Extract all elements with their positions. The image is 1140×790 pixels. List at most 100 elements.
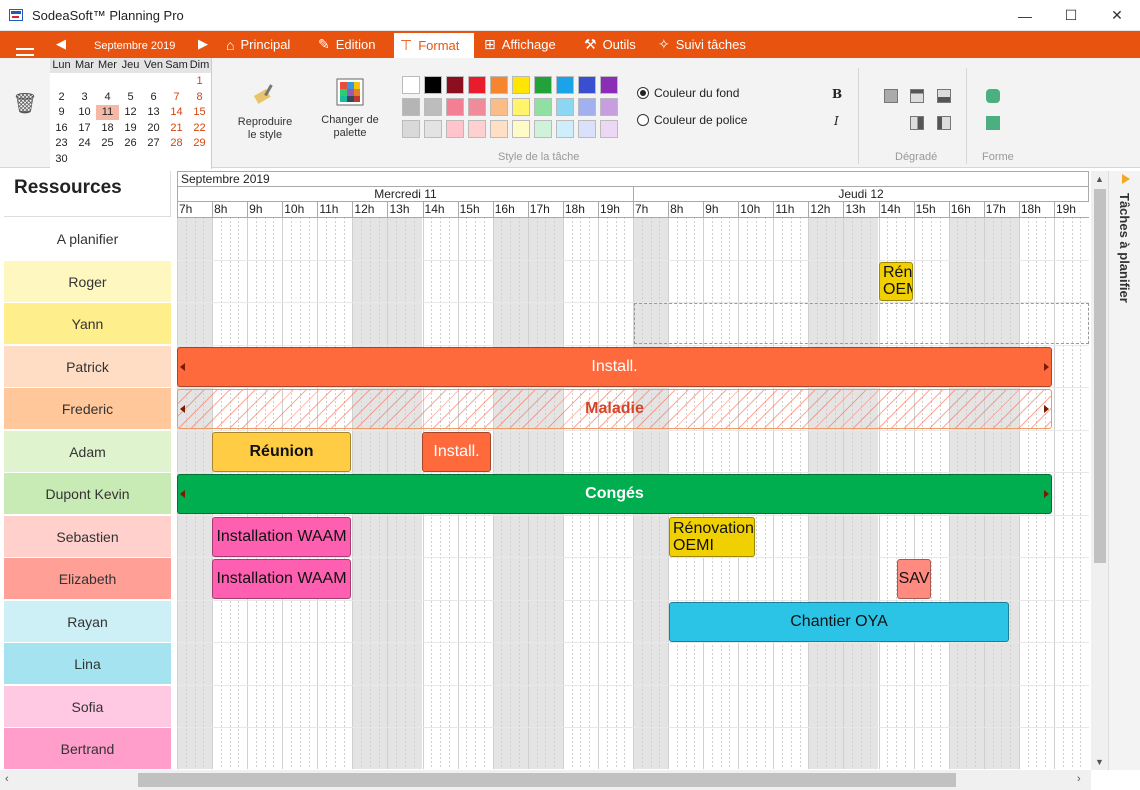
calendar-day[interactable]: 11 [96, 105, 119, 120]
calendar-day[interactable]: 30 [50, 152, 73, 167]
calendar-day[interactable]: 19 [119, 121, 142, 136]
change-palette-button[interactable]: Changer de palette [318, 78, 382, 140]
color-swatch[interactable] [512, 98, 530, 116]
calendar-day[interactable]: 27 [142, 136, 165, 151]
bold-button[interactable]: B [832, 87, 842, 101]
color-swatch[interactable] [446, 76, 464, 94]
color-swatch[interactable] [534, 76, 552, 94]
task-bar[interactable]: Chantier OYA [669, 601, 1009, 642]
calendar-day[interactable]: 22 [188, 121, 211, 136]
calendar-day[interactable]: 24 [73, 136, 96, 151]
color-swatch[interactable] [534, 98, 552, 116]
font-color-radio[interactable]: Couleur de police [637, 113, 747, 127]
resize-right-handle[interactable] [1044, 490, 1049, 498]
task-bar[interactable]: Installation WAAM [212, 516, 351, 557]
calendar-day[interactable]: 13 [142, 105, 165, 120]
color-swatch[interactable] [402, 98, 420, 116]
color-swatch[interactable] [512, 76, 530, 94]
task-bar[interactable]: SAV [897, 559, 931, 599]
tab-affichage[interactable]: ⊞ Affichage [480, 31, 560, 58]
task-bar[interactable]: Install. [177, 346, 1052, 387]
color-swatch[interactable] [600, 120, 618, 138]
task-bar[interactable]: Congés [177, 474, 1052, 514]
task-bar[interactable]: Rénovation OEMI [669, 516, 755, 557]
calendar-day[interactable]: 4 [96, 90, 119, 105]
tab-outils[interactable]: ⚒ Outils [580, 31, 640, 58]
shape-rounded-button[interactable] [986, 89, 1000, 103]
color-swatch[interactable] [402, 76, 420, 94]
calendar-day[interactable]: 20 [142, 121, 165, 136]
bg-color-radio[interactable]: Couleur du fond [637, 86, 739, 100]
calendar-day[interactable]: 1 [188, 74, 211, 89]
italic-button[interactable]: I [834, 114, 839, 128]
calendar-day[interactable]: 9 [50, 105, 73, 120]
color-swatch[interactable] [424, 76, 442, 94]
tab-format[interactable]: ⊤ Format [394, 31, 474, 58]
minimize-button[interactable]: — [1002, 0, 1048, 31]
resource-row[interactable]: Patrick [4, 345, 171, 388]
resource-row[interactable]: Frederic [4, 388, 171, 430]
calendar-day[interactable]: 29 [188, 136, 211, 151]
shape-square-button[interactable] [986, 116, 1000, 130]
color-swatch[interactable] [490, 76, 508, 94]
tab-principal[interactable]: ⌂ Principal [222, 31, 294, 58]
close-button[interactable]: ✕ [1094, 0, 1140, 31]
calendar-day[interactable]: 3 [73, 90, 96, 105]
scroll-left-icon[interactable]: ‹ [5, 773, 9, 785]
resource-row[interactable]: Rayan [4, 600, 171, 643]
color-swatch[interactable] [402, 120, 420, 138]
tab-edition[interactable]: ✎ Edition [314, 31, 379, 58]
calendar-day[interactable]: 7 [165, 90, 188, 105]
gradient-top-button[interactable] [910, 89, 924, 103]
calendar-day[interactable]: 21 [165, 121, 188, 136]
calendar-day[interactable]: 10 [73, 105, 96, 120]
calendar-day[interactable]: 2 [50, 90, 73, 105]
color-swatch[interactable] [490, 98, 508, 116]
trash-icon[interactable]: 🗑 [0, 78, 50, 128]
calendar-day[interactable]: 12 [119, 105, 142, 120]
next-month-button[interactable]: ▶ [198, 36, 208, 52]
prev-month-button[interactable]: ◀ [56, 36, 66, 52]
color-swatch[interactable] [534, 120, 552, 138]
calendar-day[interactable]: 23 [50, 136, 73, 151]
color-swatch[interactable] [556, 98, 574, 116]
resize-right-handle[interactable] [1044, 405, 1049, 413]
planning-grid[interactable]: Septembre 2019 Mercredi 11 Jeudi 12 7h 8h… [177, 171, 1089, 769]
calendar-day[interactable]: 5 [119, 90, 142, 105]
resource-row[interactable]: Elizabeth [4, 558, 171, 600]
color-swatch[interactable] [556, 120, 574, 138]
color-swatch[interactable] [600, 98, 618, 116]
resource-row[interactable]: Lina [4, 643, 171, 685]
calendar-day[interactable]: 16 [50, 121, 73, 136]
vertical-scroll-thumb[interactable] [1094, 189, 1106, 563]
gradient-none-button[interactable] [884, 89, 898, 103]
resource-row[interactable]: Yann [4, 303, 171, 345]
selection-box[interactable] [634, 303, 1089, 344]
calendar-day[interactable]: 28 [165, 136, 188, 151]
color-swatch[interactable] [600, 76, 618, 94]
color-swatch[interactable] [490, 120, 508, 138]
task-bar[interactable]: Rénovation OEMI [879, 261, 913, 301]
scroll-right-icon[interactable]: › [1077, 773, 1081, 785]
calendar-day[interactable]: 15 [188, 105, 211, 120]
color-swatch[interactable] [578, 120, 596, 138]
color-swatch[interactable] [468, 76, 486, 94]
gradient-bottom-button[interactable] [937, 89, 951, 103]
resource-row[interactable]: Dupont Kevin [4, 473, 171, 515]
task-bar[interactable]: Install. [422, 431, 491, 472]
color-swatch[interactable] [512, 120, 530, 138]
calendar-day[interactable]: 26 [119, 136, 142, 151]
calendar-day[interactable]: 25 [96, 136, 119, 151]
resource-row[interactable]: A planifier [4, 218, 171, 260]
gradient-left-button[interactable] [937, 116, 951, 130]
reproduce-style-button[interactable]: Reproduire le style [232, 80, 298, 142]
resize-right-handle[interactable] [1044, 362, 1049, 371]
color-swatch[interactable] [446, 98, 464, 116]
color-swatch[interactable] [556, 76, 574, 94]
resize-left-handle[interactable] [180, 405, 185, 413]
task-bar[interactable]: Réunion [212, 431, 351, 472]
maximize-button[interactable]: ☐ [1048, 0, 1094, 31]
calendar-day[interactable]: 8 [188, 90, 211, 105]
task-bar[interactable]: Installation WAAM [212, 559, 351, 599]
color-swatch[interactable] [468, 120, 486, 138]
